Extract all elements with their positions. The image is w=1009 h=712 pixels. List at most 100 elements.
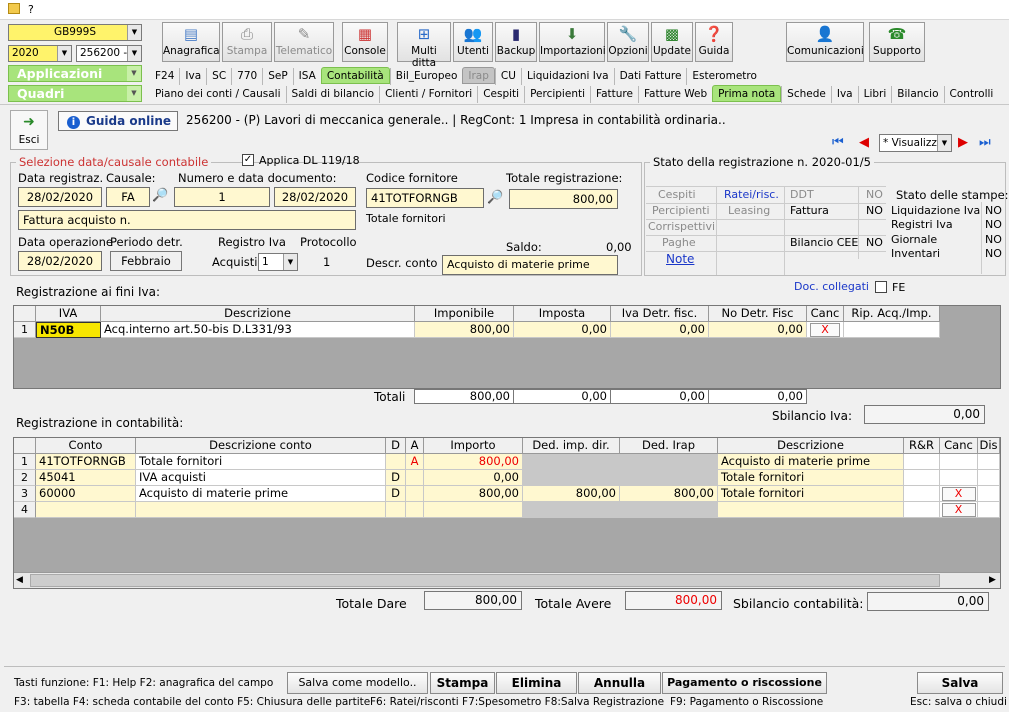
descrizione-conto-cell[interactable]: Acquisto di materie prime xyxy=(136,486,386,502)
descrizione-cell[interactable]: Acquisto di materie prime xyxy=(718,454,904,470)
tab-770[interactable]: 770 xyxy=(231,68,262,85)
codice-fornitore-field[interactable]: 41TOTFORNGB xyxy=(366,188,484,208)
update-button[interactable]: ▩ Update xyxy=(651,22,693,62)
iva-code-cell[interactable]: N50B xyxy=(36,322,101,338)
scroll-left-icon[interactable]: ◀ xyxy=(16,575,23,585)
tab-clienti-fornitori[interactable]: Clienti / Fornitori xyxy=(379,86,477,103)
dare-cell[interactable]: D xyxy=(386,470,406,486)
importazioni-button[interactable]: ⬇ Importazioni xyxy=(539,22,606,62)
applicazioni-menu[interactable]: Applicazioni ▼ xyxy=(8,65,142,82)
multi-ditta-button[interactable]: ⊞ Multi ditta xyxy=(397,22,451,69)
dis-cell[interactable] xyxy=(978,486,1000,502)
prev-record-icon[interactable]: ◀ xyxy=(859,135,869,150)
note-link[interactable]: Note xyxy=(666,252,694,266)
doc-collegati-link[interactable]: Doc. collegati xyxy=(794,280,869,293)
scrollbar-thumb[interactable] xyxy=(30,574,940,587)
backup-button[interactable]: ▮ Backup xyxy=(495,22,537,62)
descrizione-conto-cell[interactable]: IVA acquisti xyxy=(136,470,386,486)
dare-cell[interactable] xyxy=(386,502,406,518)
tab-piano-conti[interactable]: Piano dei conti / Causali xyxy=(150,86,286,103)
iva-imposta-cell[interactable]: 0,00 xyxy=(514,322,611,338)
rr-cell[interactable] xyxy=(904,454,940,470)
dare-cell[interactable] xyxy=(386,454,406,470)
elimina-button[interactable]: Elimina xyxy=(496,672,577,694)
rr-cell[interactable] xyxy=(904,486,940,502)
delete-row-button[interactable]: X xyxy=(810,323,840,337)
salva-button[interactable]: Salva xyxy=(917,672,1003,694)
periodo-detrazione-button[interactable]: Febbraio xyxy=(110,251,182,271)
last-record-icon[interactable]: ⏭ xyxy=(979,135,991,150)
tab-fatture-web[interactable]: Fatture Web xyxy=(637,86,712,103)
importo-cell[interactable]: 800,00 xyxy=(424,486,523,502)
tab-saldi-bilancio[interactable]: Saldi di bilancio xyxy=(285,86,380,103)
importo-cell[interactable]: 0,00 xyxy=(424,470,523,486)
descr-conto-field[interactable]: Acquisto di materie prime xyxy=(442,255,618,275)
tab-iva[interactable]: Iva xyxy=(179,68,206,85)
quadri-menu[interactable]: Quadri ▼ xyxy=(8,85,142,102)
avere-cell[interactable] xyxy=(406,502,424,518)
comunicazioni-button[interactable]: 👤 Comunicazioni xyxy=(786,22,864,62)
guida-button[interactable]: ❓ Guida xyxy=(695,22,733,62)
importo-cell[interactable] xyxy=(424,502,523,518)
iva-nodetr-cell[interactable]: 0,00 xyxy=(709,322,807,338)
tab-irap[interactable]: Irap xyxy=(462,67,495,84)
iva-imponibile-cell[interactable]: 800,00 xyxy=(415,322,514,338)
canc-cell[interactable] xyxy=(940,470,978,486)
delete-row-button[interactable]: X xyxy=(941,503,976,517)
dis-cell[interactable] xyxy=(978,470,1000,486)
tab-bil-europeo[interactable]: Bil_Europeo xyxy=(389,68,463,85)
tab-percipienti[interactable]: Percipienti xyxy=(524,86,590,103)
tab-dati-fatture[interactable]: Dati Fatture xyxy=(613,68,687,85)
console-button[interactable]: ▦ Console xyxy=(342,22,388,62)
canc-cell[interactable]: X xyxy=(940,486,978,502)
conto-cell[interactable]: 41TOTFORNGB xyxy=(36,454,136,470)
horizontal-scrollbar[interactable]: ◀ ▶ xyxy=(14,572,1000,588)
dis-cell[interactable] xyxy=(978,502,1000,518)
tab-schede[interactable]: Schede xyxy=(781,86,831,103)
causale-field[interactable]: FA xyxy=(106,187,150,207)
numero-documento-field[interactable]: 1 xyxy=(174,187,270,207)
fe-checkbox[interactable] xyxy=(875,281,887,293)
dare-cell[interactable]: D xyxy=(386,486,406,502)
view-mode-select[interactable]: * Visualizz ▼ xyxy=(879,134,952,152)
dis-cell[interactable] xyxy=(978,454,1000,470)
iva-rip-cell[interactable] xyxy=(844,322,940,338)
tab-f24[interactable]: F24 xyxy=(150,68,179,85)
rr-cell[interactable] xyxy=(904,470,940,486)
causale-descrizione-field[interactable]: Fattura acquisto n. xyxy=(18,210,356,230)
rr-cell[interactable] xyxy=(904,502,940,518)
tab-contabilita[interactable]: Contabilità xyxy=(320,67,390,84)
tab-cu[interactable]: CU xyxy=(494,68,521,85)
scroll-right-icon[interactable]: ▶ xyxy=(989,575,996,585)
tab-isa[interactable]: ISA xyxy=(292,68,321,85)
delete-row-button[interactable]: X xyxy=(941,487,976,501)
conto-cell[interactable]: 45041 xyxy=(36,470,136,486)
canc-cell[interactable]: X xyxy=(940,502,978,518)
telematico-button[interactable]: ✎ Telematico xyxy=(274,22,334,62)
opzioni-button[interactable]: 🔧 Opzioni xyxy=(607,22,649,62)
tab-sep[interactable]: SeP xyxy=(262,68,292,85)
stampa-button[interactable]: Stampa xyxy=(430,672,495,694)
iva-canc-cell[interactable]: X xyxy=(807,322,844,338)
tab-bilancio[interactable]: Bilancio xyxy=(891,86,943,103)
annulla-button[interactable]: Annulla xyxy=(578,672,661,694)
descrizione-cell[interactable]: Totale fornitori xyxy=(718,486,904,502)
descrizione-conto-cell[interactable]: Totale fornitori xyxy=(136,454,386,470)
tab-prima-nota[interactable]: Prima nota xyxy=(712,85,782,102)
tab-controlli[interactable]: Controlli xyxy=(943,86,999,103)
iva-detr-cell[interactable]: 0,00 xyxy=(611,322,709,338)
iva-descrizione-cell[interactable]: Acq.interno art.50-bis D.L331/93 xyxy=(101,322,415,338)
year-select[interactable]: 2020 ▼ xyxy=(8,45,72,62)
utenti-button[interactable]: 👥 Utenti xyxy=(453,22,493,62)
descrizione-cell[interactable] xyxy=(718,502,904,518)
anagrafica-button[interactable]: ▤ Anagrafica xyxy=(162,22,220,62)
ded-imp-cell[interactable]: 800,00 xyxy=(523,486,620,502)
stampa-toolbar-button[interactable]: ⎙ Stampa xyxy=(222,22,272,62)
avere-cell[interactable] xyxy=(406,486,424,502)
tab-cespiti[interactable]: Cespiti xyxy=(477,86,524,103)
registro-iva-select[interactable]: 1 ▼ xyxy=(258,253,298,271)
data-operazione-field[interactable]: 28/02/2020 xyxy=(18,251,102,271)
search-icon[interactable]: 🔎 xyxy=(487,190,503,205)
avere-cell[interactable] xyxy=(406,470,424,486)
tab-fatture[interactable]: Fatture xyxy=(590,86,638,103)
